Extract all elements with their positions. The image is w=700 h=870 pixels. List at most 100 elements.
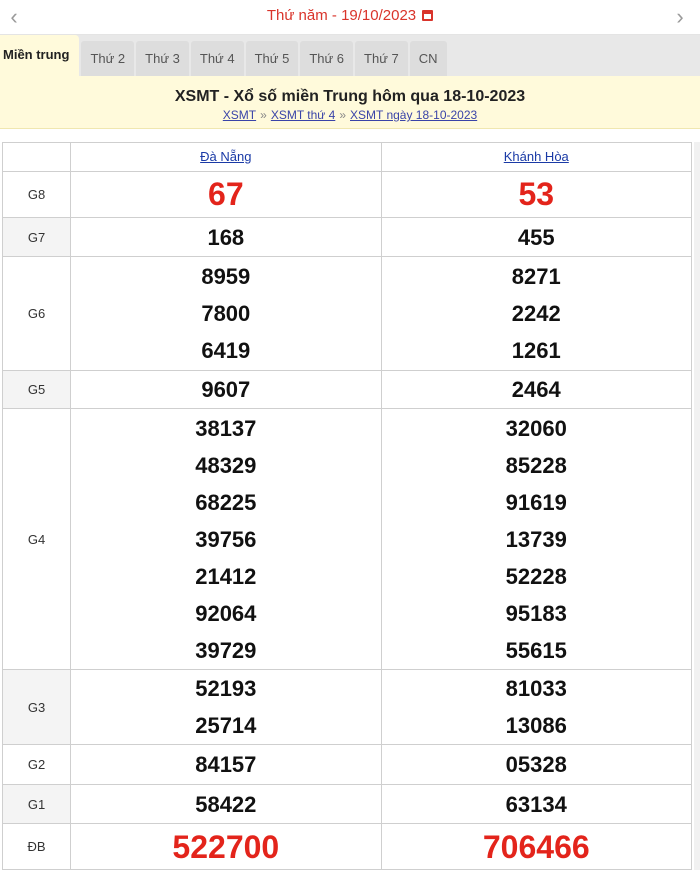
- breadcrumb-xsmt-date-link[interactable]: XSMT ngày 18-10-2023: [350, 108, 477, 122]
- prize-number: 52193: [195, 676, 257, 701]
- prize-label: G1: [1, 784, 72, 824]
- prize-number: 95183: [505, 600, 567, 626]
- da-nang-g6-cell: 8959 7800 6419: [70, 256, 382, 371]
- tab-thu-4[interactable]: Thứ 4: [190, 41, 244, 76]
- khanh-hoa-g7-cell: 455: [380, 217, 693, 257]
- breadcrumb-separator: »: [339, 108, 346, 122]
- prize-number: 9607: [201, 377, 251, 402]
- prize-number: 2464: [511, 377, 561, 402]
- khanh-hoa-g5-cell: 2464: [380, 370, 693, 409]
- province-header-khanh-hoa: Khánh Hòa: [380, 142, 693, 172]
- tab-thu-2[interactable]: Thứ 2: [81, 41, 135, 76]
- da-nang-g4-cell: 38137 48329 68225 39756 21412 92064 3972…: [70, 408, 382, 670]
- prize-number: 85228: [505, 452, 567, 478]
- prize-row-g6: G6 8959 7800 6419 8271 2242 1261: [1, 256, 693, 371]
- khanh-hoa-g4-cell: 32060 85228 91619 13739 52228 95183 5561…: [380, 408, 693, 670]
- prize-label: G6: [1, 256, 72, 371]
- prize-number: 7800: [201, 301, 251, 326]
- prize-number: 67: [208, 176, 244, 212]
- next-day-arrow-icon[interactable]: ›: [668, 4, 692, 30]
- prize-row-g2: G2 84157 05328: [1, 744, 693, 785]
- prize-number: 92064: [195, 600, 257, 626]
- prize-label: ĐB: [1, 823, 72, 870]
- tab-mien-trung[interactable]: Miền trung: [0, 35, 80, 76]
- prize-label: G3: [1, 669, 72, 745]
- khanh-hoa-db-cell: 706466: [380, 823, 693, 870]
- header-empty-cell: [1, 142, 72, 172]
- khanh-hoa-g2-cell: 05328: [380, 744, 693, 785]
- prize-number: 05328: [505, 752, 567, 777]
- prize-row-g5: G5 9607 2464: [1, 370, 693, 409]
- prize-row-g3: G3 52193 25714 81033 13086: [1, 669, 693, 745]
- khanh-hoa-g8-cell: 53: [380, 171, 693, 218]
- breadcrumb-xsmt-thu-4-link[interactable]: XSMT thứ 4: [271, 108, 336, 122]
- prize-row-g4: G4 38137 48329 68225 39756 21412 92064 3…: [1, 408, 693, 670]
- prize-number: 91619: [505, 489, 567, 515]
- khanh-hoa-g3-cell: 81033 13086: [380, 669, 693, 745]
- date-label: Thứ năm - 19/10/2023: [266, 7, 417, 24]
- tab-thu-7[interactable]: Thứ 7: [355, 41, 408, 76]
- tab-thu-6[interactable]: Thứ 6: [300, 41, 354, 76]
- current-date[interactable]: Thứ năm - 19/10/2023: [0, 7, 700, 24]
- prize-number: 6419: [201, 338, 251, 363]
- prize-number: 38137: [195, 415, 257, 441]
- prize-number: 21412: [195, 563, 257, 589]
- prize-number: 52228: [505, 563, 567, 589]
- tab-thu-3[interactable]: Thứ 3: [136, 41, 189, 76]
- da-nang-g3-cell: 52193 25714: [70, 669, 382, 745]
- prize-number: 68225: [195, 489, 257, 515]
- da-nang-g5-cell: 9607: [70, 370, 382, 409]
- prize-number: 25714: [195, 713, 257, 738]
- region-day-tabs: Miền trung Thứ 2 Thứ 3 Thứ 4 Thứ 5 Thứ 6…: [0, 35, 700, 76]
- khanh-hoa-g6-cell: 8271 2242 1261: [380, 256, 693, 371]
- special-prize-number: 522700: [172, 828, 280, 865]
- prize-number: 2242: [511, 301, 561, 326]
- prize-row-g1: G1 58422 63134: [1, 784, 693, 824]
- prize-number: 39756: [195, 526, 257, 552]
- breadcrumb-separator: »: [260, 108, 267, 122]
- tab-cn[interactable]: CN: [409, 41, 447, 76]
- prize-number: 1261: [511, 338, 561, 363]
- prize-number: 53: [518, 176, 555, 212]
- page-scrollbar[interactable]: [694, 142, 700, 870]
- prize-number: 63134: [505, 791, 567, 817]
- breadcrumb: XSMT» XSMT thứ 4» XSMT ngày 18-10-2023: [0, 108, 700, 122]
- prize-number: 55615: [505, 637, 567, 663]
- prize-number: 13739: [505, 526, 567, 552]
- da-nang-g8-cell: 67: [70, 171, 382, 218]
- khanh-hoa-g1-cell: 63134: [380, 784, 693, 824]
- prize-label: G4: [1, 408, 72, 670]
- prize-number: 8271: [511, 264, 561, 289]
- prize-number: 48329: [195, 452, 257, 478]
- prize-label: G5: [1, 370, 72, 409]
- da-nang-db-cell: 522700: [70, 823, 382, 870]
- prize-label: G7: [1, 217, 72, 257]
- special-prize-number: 706466: [482, 828, 590, 865]
- breadcrumb-xsmt-link[interactable]: XSMT: [223, 108, 256, 122]
- province-header-da-nang: Đà Nẵng: [70, 142, 382, 172]
- da-nang-g1-cell: 58422: [70, 784, 382, 824]
- prize-label: G8: [1, 171, 72, 218]
- calendar-icon[interactable]: [422, 10, 434, 21]
- page-title: XSMT - Xổ số miền Trung hôm qua 18-10-20…: [174, 88, 526, 105]
- results-table: Đà Nẵng Khánh Hòa G8 67 53 G7 168 455 G6…: [1, 142, 693, 870]
- da-nang-g7-cell: 168: [70, 217, 382, 257]
- da-nang-g2-cell: 84157: [70, 744, 382, 785]
- prize-number: 8959: [201, 264, 251, 289]
- prize-number: 32060: [505, 415, 567, 441]
- prize-number: 13086: [505, 713, 567, 738]
- prize-row-g8: G8 67 53: [1, 171, 693, 218]
- prize-row-special: ĐB 522700 706466: [1, 823, 693, 870]
- prize-label: G2: [1, 744, 72, 785]
- province-link-da-nang[interactable]: Đà Nẵng: [200, 149, 251, 164]
- prize-number: 84157: [195, 752, 257, 777]
- prize-number: 455: [517, 224, 555, 250]
- prize-number: 168: [207, 224, 245, 250]
- province-link-khanh-hoa[interactable]: Khánh Hòa: [504, 149, 569, 164]
- tab-thu-5[interactable]: Thứ 5: [245, 41, 299, 76]
- province-header-row: Đà Nẵng Khánh Hòa: [1, 142, 693, 172]
- date-navigation-bar: ‹ Thứ năm - 19/10/2023 ›: [0, 0, 700, 35]
- prize-row-g7: G7 168 455: [1, 217, 693, 257]
- prize-number: 58422: [195, 791, 257, 817]
- results-header: XSMT - Xổ số miền Trung hôm qua 18-10-20…: [0, 76, 700, 129]
